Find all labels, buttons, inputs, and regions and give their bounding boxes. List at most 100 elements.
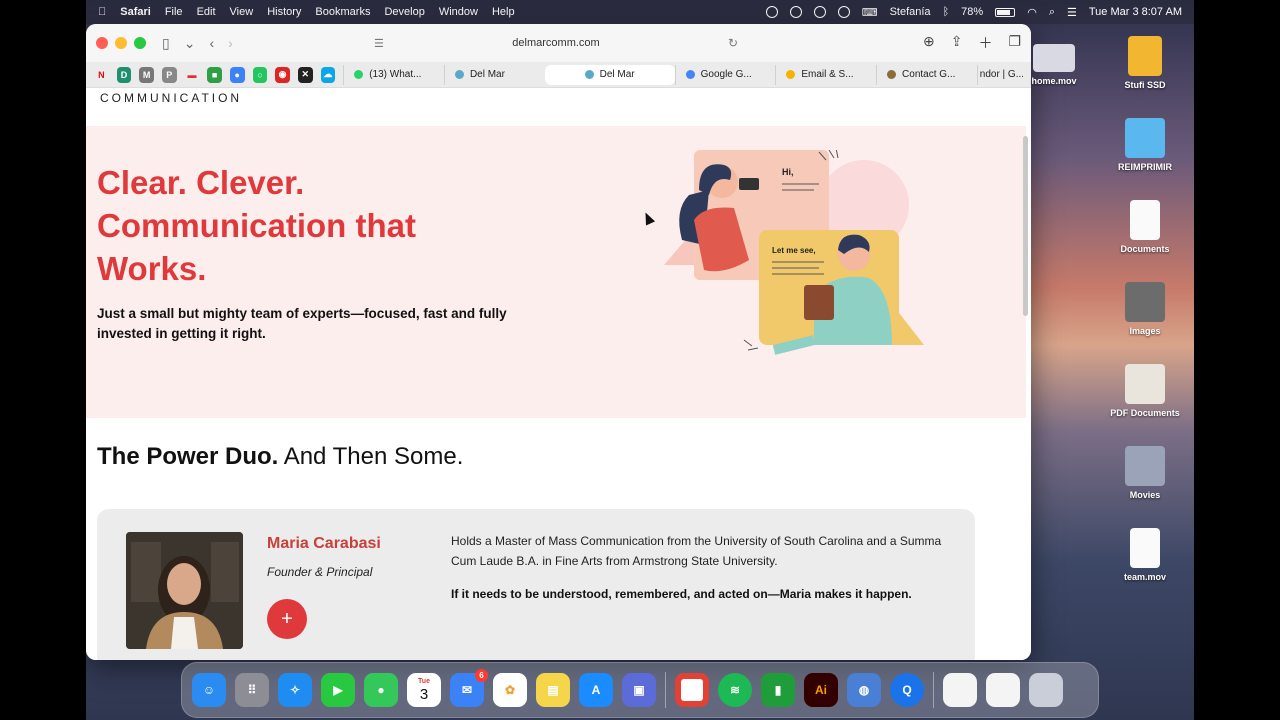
control-center-icon[interactable]: ☰ <box>1067 6 1077 19</box>
favorite-x-icon[interactable]: ✕ <box>297 66 313 83</box>
calendar-icon[interactable]: Tue 3 <box>407 673 441 707</box>
play-icon[interactable] <box>837 6 850 18</box>
favorite-ring-icon[interactable]: ○ <box>252 66 268 83</box>
preview-icon[interactable]: ▣ <box>622 673 656 707</box>
menu-edit[interactable]: Edit <box>197 6 216 18</box>
desktop-item-movies[interactable]: Movies <box>1105 446 1185 500</box>
expand-bio-button[interactable]: + <box>267 599 307 639</box>
tab-contact[interactable]: Contact G... <box>876 64 977 85</box>
trash-icon[interactable] <box>1029 673 1063 707</box>
menu-view[interactable]: View <box>230 6 254 18</box>
section-title-rest: And Then Some. <box>278 443 464 470</box>
page-scrollbar[interactable] <box>1023 136 1028 316</box>
new-tab-icon[interactable]: ＋ <box>978 33 992 53</box>
desktop-item-pdf-documents[interactable]: PDF Documents <box>1105 364 1185 418</box>
forward-button[interactable]: › <box>228 35 233 51</box>
menu-user[interactable]: Stefanía <box>890 6 931 18</box>
quicktime-icon[interactable]: Q <box>890 673 924 707</box>
url-text: delmarcomm.com <box>512 37 600 49</box>
sidebar-toggle-icon[interactable]: ▯ <box>162 35 170 52</box>
desktop-item-stufi-ssd[interactable]: Stufi SSD <box>1105 36 1185 90</box>
email-icon <box>786 70 796 79</box>
launchpad-icon[interactable]: ⠿ <box>235 673 269 707</box>
downloads-icon[interactable]: ⊕ <box>923 33 935 53</box>
record-icon[interactable] <box>765 6 778 18</box>
favorite-cloud-icon[interactable]: ☁ <box>320 66 336 83</box>
numbers-icon[interactable]: ▮ <box>761 673 795 707</box>
tab-email[interactable]: Email & S... <box>775 64 876 85</box>
desktop-item-label: Stufi SSD <box>1124 80 1166 90</box>
bluetooth-icon[interactable]: ᛒ <box>943 6 950 18</box>
favorite-site-icon[interactable]: D <box>116 66 132 83</box>
desktop-item-team-mov[interactable]: team.mov <box>1105 528 1185 582</box>
messages-icon[interactable]: ● <box>364 673 398 707</box>
team-member-card: Maria Carabasi Founder & Principal + Hol… <box>97 509 975 660</box>
back-button[interactable]: ‹ <box>209 35 214 51</box>
search-icon[interactable]: ⌕ <box>1049 6 1055 19</box>
drive-icon <box>1128 36 1162 76</box>
wifi-icon[interactable]: ◠ <box>1027 6 1037 19</box>
letterbox-left <box>0 0 86 720</box>
page-settings-icon[interactable]: ☰ <box>374 37 384 50</box>
favorite-circle-icon[interactable]: ● <box>229 66 245 83</box>
tab-whatsapp[interactable]: (13) What... <box>343 64 444 85</box>
menu-window[interactable]: Window <box>439 6 478 18</box>
site-logo[interactable]: COMMUNICATION <box>100 91 242 105</box>
minimize-window-button[interactable] <box>115 37 127 49</box>
tab-google[interactable]: Google G... <box>674 64 776 85</box>
sync-icon[interactable] <box>813 6 826 18</box>
menu-file[interactable]: File <box>165 6 183 18</box>
maximize-window-button[interactable] <box>134 37 146 49</box>
utility-icon[interactable]: ◍ <box>847 673 881 707</box>
menu-app-name[interactable]: Safari <box>120 6 151 18</box>
tab-label: Contact G... <box>902 69 956 80</box>
favorite-red-icon[interactable]: ◉ <box>275 66 290 83</box>
facetime-icon[interactable]: ▶ <box>321 673 355 707</box>
share-icon[interactable]: ⇪ <box>951 33 963 53</box>
address-bar[interactable]: ☰ delmarcomm.com ↻ <box>366 31 746 55</box>
finder-icon[interactable]: ☺ <box>192 673 226 707</box>
illustration-bubble-hi: Hi, <box>782 167 794 177</box>
chevron-down-icon[interactable]: ⌄ <box>184 35 196 52</box>
desktop-item-documents[interactable]: Documents <box>1105 200 1185 254</box>
keyboard-icon[interactable]: ⌨ <box>862 6 878 19</box>
recent-document-icon[interactable] <box>943 673 977 707</box>
favorite-p-icon[interactable]: P <box>161 66 177 83</box>
desktop-item-home-mov[interactable]: home.mov <box>1014 38 1094 86</box>
photos-icon[interactable]: ✿ <box>493 673 527 707</box>
tab-label: Del Mar <box>469 69 505 80</box>
favorite-app-icon[interactable]: ▬ <box>185 67 200 83</box>
favorite-green-icon[interactable]: ■ <box>207 66 222 83</box>
recent-document-icon[interactable] <box>986 673 1020 707</box>
illustrator-icon[interactable]: Ai <box>804 673 838 707</box>
tab-bar: N D M P ▬ ■ ● ○ ◉ ✕ ☁ (13) What... Del M… <box>86 62 1031 88</box>
mail-icon[interactable]: ✉ 6 <box>450 669 488 707</box>
spotify-icon[interactable]: ≋ <box>718 673 752 707</box>
favorite-m-icon[interactable]: M <box>139 66 154 83</box>
reload-icon[interactable]: ↻ <box>728 36 738 50</box>
menu-bookmarks[interactable]: Bookmarks <box>315 6 370 18</box>
desktop-item-reimprimir[interactable]: REIMPRIMIR <box>1105 118 1185 172</box>
menu-develop[interactable]: Develop <box>384 6 424 18</box>
tab-del-mar-active[interactable]: Del Mar <box>544 64 675 85</box>
favorite-netflix-icon[interactable]: N <box>94 67 109 83</box>
desktop-item-images[interactable]: Images <box>1105 282 1185 336</box>
window-controls <box>96 37 146 49</box>
app-store-icon[interactable]: A <box>579 673 613 707</box>
notes-icon[interactable]: ▤ <box>536 673 570 707</box>
tab-del-mar-1[interactable]: Del Mar <box>443 64 545 85</box>
menu-clock[interactable]: Tue Mar 3 8:07 AM <box>1089 6 1182 18</box>
close-window-button[interactable] <box>96 37 108 49</box>
movies-folder-icon <box>1125 446 1165 486</box>
tab-label: (13) What... <box>369 69 422 80</box>
chrome-icon[interactable] <box>675 673 709 707</box>
battery-icon[interactable] <box>995 7 1016 17</box>
menu-help[interactable]: Help <box>492 6 515 18</box>
creative-cloud-icon[interactable] <box>789 6 802 18</box>
menu-history[interactable]: History <box>267 6 301 18</box>
folder-icon <box>1125 118 1165 158</box>
pdf-stack-icon <box>1125 364 1165 404</box>
dock-separator <box>665 672 666 708</box>
safari-icon[interactable]: ✧ <box>278 673 312 707</box>
apple-icon[interactable]:  <box>98 6 106 18</box>
